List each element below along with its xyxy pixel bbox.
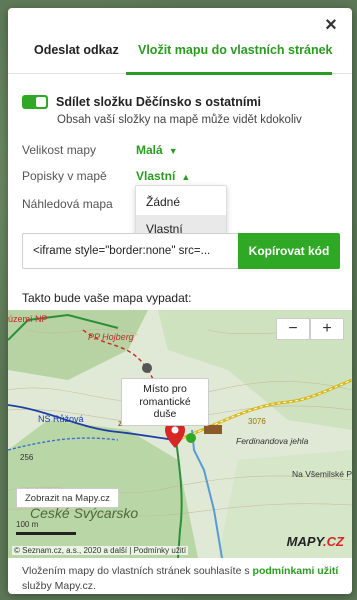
preview-label: Takto bude vaše mapa vypadat: <box>22 291 192 305</box>
map-label-road: 3076 <box>248 417 266 426</box>
labels-select[interactable]: Vlastní ▲ <box>136 169 190 183</box>
copy-code-button[interactable]: Kopírovat kód <box>238 233 340 269</box>
zoom-in-button[interactable]: + <box>310 318 344 340</box>
zoom-controls: − + <box>276 318 344 340</box>
footer-text: Vložením mapy do vlastních stránek souhl… <box>22 565 253 577</box>
embed-code-input[interactable] <box>22 233 238 269</box>
share-toggle-label: Sdílet složku Děčínsko s ostatními <box>56 95 261 109</box>
mapy-logo-left: MAPY <box>286 534 324 549</box>
poi-tooltip: Místo pro romantické duše <box>121 378 209 426</box>
map-label-elev: 256 <box>20 453 34 462</box>
terms-link[interactable]: podmínkami užití <box>253 565 339 577</box>
tab-send-link[interactable]: Odeslat odkaz <box>34 43 119 57</box>
active-tab-indicator <box>126 72 332 75</box>
poi-line-2: romantické <box>139 395 191 408</box>
scale-bar <box>16 532 76 535</box>
show-on-mapy-button[interactable]: Zobrazit na Mapy.cz <box>16 488 119 508</box>
mapy-logo-right: .CZ <box>323 534 344 549</box>
embed-code-row: Kopírovat kód <box>22 233 340 269</box>
scale-label: 100 m <box>16 520 39 529</box>
caret-up-icon: ▲ <box>181 172 191 182</box>
preview-map-label: Náhledová mapa <box>22 197 113 211</box>
zoom-out-button[interactable]: − <box>276 318 310 340</box>
map-copyright[interactable]: © Seznam.cz, a.s., 2020 a další | Podmín… <box>12 546 189 555</box>
map-size-label: Velikost mapy <box>22 143 97 157</box>
map-size-value: Malá <box>136 143 163 157</box>
share-toggle-row: Sdílet složku Děčínsko s ostatními <box>22 95 261 109</box>
labels-label: Popisky v mapě <box>22 169 107 183</box>
poi-line-3: duše <box>153 408 177 421</box>
footer-tail: služby Mapy.cz. <box>22 579 96 592</box>
mapy-logo: MAPY.CZ <box>287 534 344 549</box>
map-preview[interactable]: území NP PP Hojberg NS Růžová zříc. Dols… <box>8 310 352 558</box>
share-dialog: × Odeslat odkaz Vložit mapu do vlastních… <box>8 8 352 594</box>
terms-footer: Vložením mapy do vlastních stránek souhl… <box>22 564 340 593</box>
map-label-np: území NP <box>8 314 48 324</box>
share-toggle[interactable] <box>22 95 48 109</box>
map-label-hojberg: PP Hojberg <box>88 332 134 342</box>
share-note: Obsah vaší složky na mapě může vidět kdo… <box>57 114 302 126</box>
map-label-vsemilske: Na Všemilské Planině <box>292 469 352 479</box>
dropdown-option-none[interactable]: Žádné <box>136 188 226 215</box>
tab-bar: Odeslat odkaz Vložit mapu do vlastních s… <box>8 34 352 75</box>
tab-embed-map[interactable]: Vložit mapu do vlastních stránek <box>138 43 333 57</box>
labels-value: Vlastní <box>136 169 176 183</box>
caret-down-icon: ▼ <box>168 146 178 156</box>
map-label-ns-ruzova: NS Růžová <box>38 414 84 424</box>
map-label-ferdinandova: Ferdinandova jehla <box>236 436 309 446</box>
close-icon[interactable]: × <box>320 14 342 36</box>
poi-line-1: Místo pro <box>143 383 187 395</box>
map-size-select[interactable]: Malá ▼ <box>136 143 178 157</box>
map-canvas: území NP PP Hojberg NS Růžová zříc. Dols… <box>8 310 352 558</box>
